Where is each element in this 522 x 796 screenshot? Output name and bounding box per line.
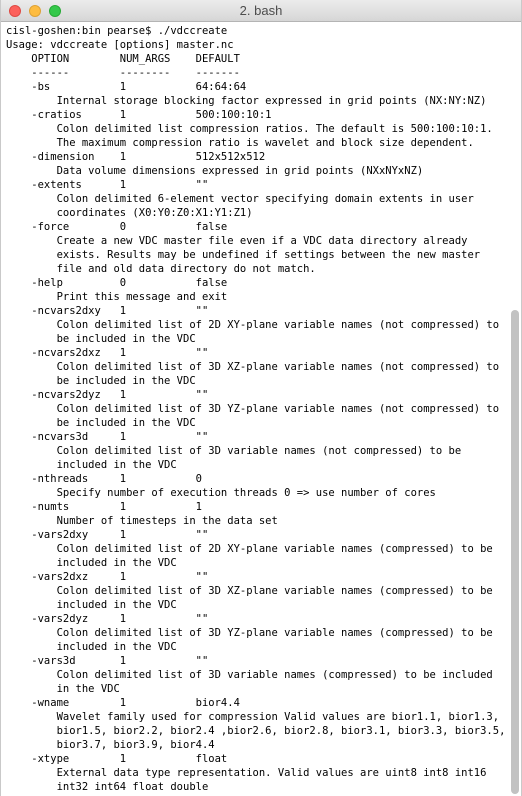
- terminal-line: be included in the VDC: [6, 417, 196, 429]
- terminal-line: -force 0 false: [6, 221, 228, 233]
- terminal-line: included in the VDC: [6, 599, 177, 611]
- terminal-line: -ncvars2dyz 1 "": [6, 389, 209, 401]
- terminal-line: -ncvars3d 1 "": [6, 431, 209, 443]
- terminal-line: bior1.5, bior2.2, bior2.4 ,bior2.6, bior…: [6, 725, 506, 737]
- terminal-line: OPTION NUM_ARGS DEFAULT: [6, 53, 240, 65]
- terminal-line: -cratios 1 500:100:10:1: [6, 109, 272, 121]
- terminal-line: exists. Results may be undefined if sett…: [6, 249, 481, 261]
- terminal-line: Colon delimited list of 3D YZ-plane vari…: [6, 627, 493, 639]
- terminal-window: 2. bash cisl-goshen:bin pearse$ ./vdccre…: [0, 0, 522, 796]
- terminal-line: Number of timesteps in the data set: [6, 515, 278, 527]
- terminal-line: -nthreads 1 0: [6, 473, 202, 485]
- terminal-line: -numts 1 1: [6, 501, 202, 513]
- window-title: 2. bash: [239, 3, 283, 18]
- terminal-line: ------ -------- -------: [6, 67, 240, 79]
- terminal-line: -bs 1 64:64:64: [6, 81, 247, 93]
- terminal-line: Wavelet family used for compression Vali…: [6, 711, 500, 723]
- terminal-line: Colon delimited list of 3D variable name…: [6, 445, 462, 457]
- terminal-line: Create a new VDC master file even if a V…: [6, 235, 468, 247]
- title-bar[interactable]: 2. bash: [1, 0, 521, 22]
- terminal-line: in the VDC: [6, 683, 120, 695]
- terminal-line: cisl-goshen:bin pearse$ ./vdccreate: [6, 25, 228, 37]
- terminal-line: Data volume dimensions expressed in grid…: [6, 165, 424, 177]
- terminal-line: -vars2dxy 1 "": [6, 529, 209, 541]
- terminal-line: -vars2dxz 1 "": [6, 571, 209, 583]
- terminal-line: included in the VDC: [6, 557, 177, 569]
- terminal-line: be included in the VDC: [6, 375, 196, 387]
- terminal-line: Colon delimited list of 2D XY-plane vari…: [6, 319, 500, 331]
- terminal-line: -help 0 false: [6, 277, 228, 289]
- terminal-line: Specify number of execution threads 0 =>…: [6, 487, 436, 499]
- terminal-line: included in the VDC: [6, 459, 177, 471]
- terminal-line: The maximum compression ratio is wavelet…: [6, 137, 474, 149]
- terminal-line: Print this message and exit: [6, 291, 228, 303]
- terminal-line: Internal storage blocking factor express…: [6, 95, 487, 107]
- terminal-line: bior3.7, bior3.9, bior4.4: [6, 739, 215, 751]
- terminal-line: -wname 1 bior4.4: [6, 697, 240, 709]
- terminal-line: Colon delimited list of 3D XZ-plane vari…: [6, 585, 493, 597]
- terminal-line: Colon delimited 6-element vector specify…: [6, 193, 474, 205]
- terminal-line: -extents 1 "": [6, 179, 209, 191]
- terminal-line: be included in the VDC: [6, 333, 196, 345]
- terminal-line: int32 int64 float double: [6, 781, 209, 793]
- terminal-line: -ncvars2dxz 1 "": [6, 347, 209, 359]
- terminal-line: -vars3d 1 "": [6, 655, 209, 667]
- terminal-line: -dimension 1 512x512x512: [6, 151, 266, 163]
- terminal-line: included in the VDC: [6, 641, 177, 653]
- terminal-line: Colon delimited list of 3D variable name…: [6, 669, 493, 681]
- terminal-line: -vars2dyz 1 "": [6, 613, 209, 625]
- terminal-line: file and old data directory do not match…: [6, 263, 316, 275]
- terminal-line: -xtype 1 float: [6, 753, 228, 765]
- terminal-line: Colon delimited list of 3D XZ-plane vari…: [6, 361, 500, 373]
- terminal-line: External data type representation. Valid…: [6, 767, 487, 779]
- terminal-line: Colon delimited list compression ratios.…: [6, 123, 493, 135]
- vertical-scrollbar[interactable]: [511, 310, 519, 794]
- terminal-line: Colon delimited list of 2D XY-plane vari…: [6, 543, 493, 555]
- terminal-line: coordinates (X0:Y0:Z0:X1:Y1:Z1): [6, 207, 253, 219]
- terminal-line: Colon delimited list of 3D YZ-plane vari…: [6, 403, 500, 415]
- terminal-line: Usage: vdccreate [options] master.nc: [6, 39, 234, 51]
- terminal-output[interactable]: cisl-goshen:bin pearse$ ./vdccreate Usage…: [6, 24, 509, 796]
- terminal-line: -ncvars2dxy 1 "": [6, 305, 209, 317]
